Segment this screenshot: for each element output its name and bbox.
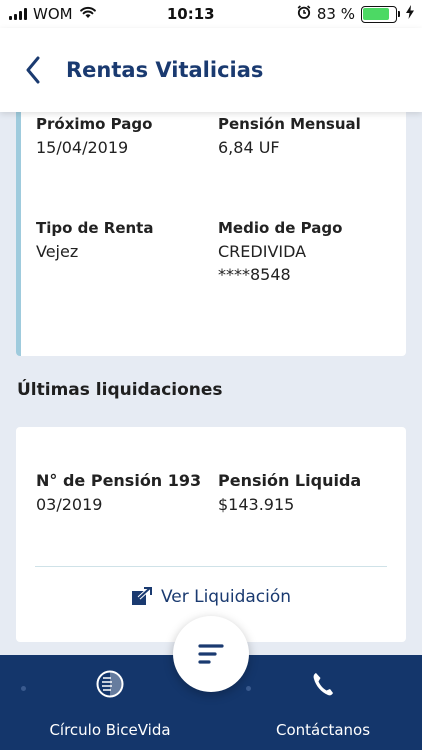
- payment-method-account: ****8548: [218, 265, 291, 284]
- section-title-settlements: Últimas liquidaciones: [17, 380, 223, 400]
- page-title: Rentas Vitalicias: [66, 58, 264, 82]
- net-pension-field: Pensión Liquida $143.915: [218, 471, 361, 516]
- charging-bolt-icon: [405, 5, 414, 23]
- payment-method-field: Medio de Pago CREDIVIDA ****8548: [218, 218, 342, 286]
- phone-icon: [311, 669, 335, 699]
- net-pension-value: $143.915: [218, 495, 295, 514]
- period-value: 03/2019: [36, 495, 103, 514]
- menu-button[interactable]: [173, 616, 249, 692]
- settlement-card: N° de Pensión 193 03/2019 Pensión Liquid…: [16, 427, 406, 642]
- next-payment-label: Próximo Pago: [36, 115, 153, 133]
- battery-icon: [360, 5, 400, 23]
- payment-method-value: CREDIVIDA: [218, 242, 307, 261]
- battery-fill: [363, 8, 390, 20]
- rent-type-value: Vejez: [36, 242, 79, 261]
- view-settlement-label: Ver Liquidación: [160, 587, 292, 607]
- next-payment-value: 15/04/2019: [36, 138, 129, 157]
- monthly-pension-label: Pensión Mensual: [218, 115, 361, 133]
- carrier-name: WOM: [33, 5, 73, 23]
- chevron-left-icon: [26, 56, 40, 84]
- status-bar-right: 83 %: [297, 5, 414, 23]
- alarm-icon: [297, 5, 311, 23]
- next-payment-field: Próximo Pago 15/04/2019: [36, 114, 152, 159]
- app-header: Rentas Vitalicias: [0, 28, 422, 112]
- pension-summary-card: Próximo Pago 15/04/2019 Pensión Mensual …: [16, 104, 406, 356]
- rent-type-field: Tipo de Renta Vejez: [36, 218, 153, 263]
- nav-item-circulo-bicevida[interactable]: Círculo BiceVida: [40, 655, 180, 750]
- nav-item-contactanos[interactable]: Contáctanos: [255, 655, 391, 750]
- pension-number-label: N° de Pensión 193: [36, 471, 202, 490]
- status-bar-left: WOM: [9, 5, 97, 23]
- circle-bicevida-icon: [95, 669, 125, 699]
- pension-number-field: N° de Pensión 193 03/2019: [36, 471, 201, 516]
- net-pension-label: Pensión Liquida: [218, 471, 362, 490]
- signal-strength-icon: [9, 8, 27, 20]
- clock-time: 10:13: [166, 5, 215, 23]
- monthly-pension-field: Pensión Mensual 6,84 UF: [218, 114, 361, 159]
- card-divider: [35, 566, 387, 567]
- external-link-icon: [131, 587, 152, 605]
- status-bar: WOM 10:13 83 %: [0, 0, 422, 28]
- nav-label-circulo-bicevida: Círculo BiceVida: [49, 721, 171, 739]
- nav-dot-right: [246, 686, 251, 691]
- nav-label-contactanos: Contáctanos: [275, 721, 371, 739]
- nav-dot-left: [21, 686, 26, 691]
- view-settlement-link[interactable]: Ver Liquidación: [16, 587, 406, 607]
- rent-type-label: Tipo de Renta: [36, 219, 154, 237]
- payment-method-label: Medio de Pago: [218, 219, 343, 237]
- monthly-pension-value: 6,84 UF: [218, 138, 280, 157]
- wifi-icon: [79, 5, 97, 23]
- menu-lines-icon: [198, 644, 224, 664]
- back-button[interactable]: [2, 40, 64, 100]
- battery-percent: 83 %: [316, 5, 355, 23]
